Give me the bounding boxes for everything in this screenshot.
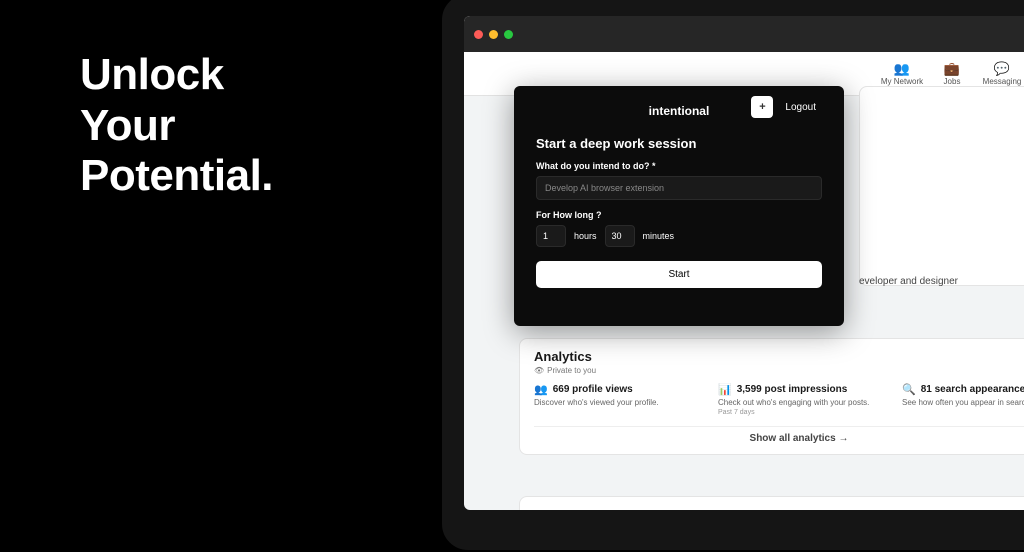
window-minimize-dot[interactable] (489, 30, 498, 39)
hours-input[interactable] (536, 225, 566, 247)
search-count: 81 search appearances (921, 384, 1024, 395)
briefcase-icon: 💼 (945, 62, 959, 76)
hero-line-3: Potential. (80, 151, 273, 202)
impressions-stat[interactable]: 📊 3,599 post impressions Check out who's … (718, 383, 880, 416)
resources-card: Resources 👁 Private to you (519, 496, 1024, 510)
people-icon: 👥 (895, 62, 909, 76)
duration-label: For How long ? (536, 210, 822, 220)
window-close-dot[interactable] (474, 30, 483, 39)
profile-role-text: eveloper and designer (859, 276, 958, 287)
hero-headline: Unlock Your Potential. (80, 50, 273, 202)
hours-unit: hours (574, 231, 597, 241)
duration-row: hours minutes (536, 225, 822, 247)
laptop-mockup: 👥 My Network 💼 Jobs 💬 Messaging 🔔 Notifi… (440, 0, 1024, 552)
bar-chart-icon: 📊 (718, 383, 732, 396)
overlay-header: intentional + Logout (536, 96, 822, 126)
eye-icon: 👁 (534, 366, 544, 375)
imp-count: 3,599 post impressions (737, 384, 848, 395)
message-icon: 💬 (995, 62, 1009, 76)
start-button[interactable]: Start (536, 261, 822, 288)
resources-heading: Resources (534, 507, 1024, 510)
imp-period: Past 7 days (718, 409, 880, 416)
profile-card: ✎ ✎ (859, 86, 1024, 286)
nav-messaging-label: Messaging (983, 77, 1022, 86)
laptop-bezel: 👥 My Network 💼 Jobs 💬 Messaging 🔔 Notifi… (440, 0, 1024, 552)
page-content: ✎ ✎ eveloper and designer intentional + … (464, 96, 1024, 510)
intend-input[interactable] (536, 176, 822, 200)
add-button[interactable]: + (751, 96, 773, 118)
hero-line-2: Your (80, 101, 273, 152)
intend-label: What do you intend to do? * (536, 161, 822, 171)
imp-sub: Check out who's engaging with your posts… (718, 398, 880, 408)
analytics-heading: Analytics (534, 349, 1024, 364)
minutes-input[interactable] (605, 225, 635, 247)
nav-messaging[interactable]: 💬 Messaging (980, 62, 1024, 86)
logout-button[interactable]: Logout (779, 98, 822, 117)
analytics-privacy: 👁 Private to you (534, 366, 1024, 375)
nav-network-label: My Network (881, 77, 923, 86)
nav-jobs-label: Jobs (944, 77, 961, 86)
minutes-unit: minutes (643, 231, 675, 241)
window-titlebar (464, 16, 1024, 52)
analytics-privacy-label: Private to you (547, 366, 596, 375)
views-count: 669 profile views (553, 384, 633, 395)
nav-jobs[interactable]: 💼 Jobs (930, 62, 974, 86)
extension-overlay: intentional + Logout Start a deep work s… (514, 86, 844, 326)
analytics-card: Analytics 👁 Private to you 👥 669 profile … (519, 338, 1024, 455)
profile-views-stat[interactable]: 👥 669 profile views Discover who's viewed… (534, 383, 696, 416)
hero-line-1: Unlock (80, 50, 273, 101)
show-all-analytics-link[interactable]: Show all analytics → (534, 426, 1024, 444)
brand-name: intentional (649, 104, 710, 118)
search-sub: See how often you appear in search resul… (902, 398, 1024, 408)
nav-network[interactable]: 👥 My Network (880, 62, 924, 86)
search-icon: 🔍 (902, 383, 916, 396)
overlay-title: Start a deep work session (536, 136, 822, 151)
views-sub: Discover who's viewed your profile. (534, 398, 696, 408)
plus-icon: + (759, 101, 765, 113)
search-stat[interactable]: 🔍 81 search appearances See how often you… (902, 383, 1024, 416)
window-maximize-dot[interactable] (504, 30, 513, 39)
laptop-screen: 👥 My Network 💼 Jobs 💬 Messaging 🔔 Notifi… (464, 16, 1024, 510)
people-icon: 👥 (534, 383, 548, 396)
